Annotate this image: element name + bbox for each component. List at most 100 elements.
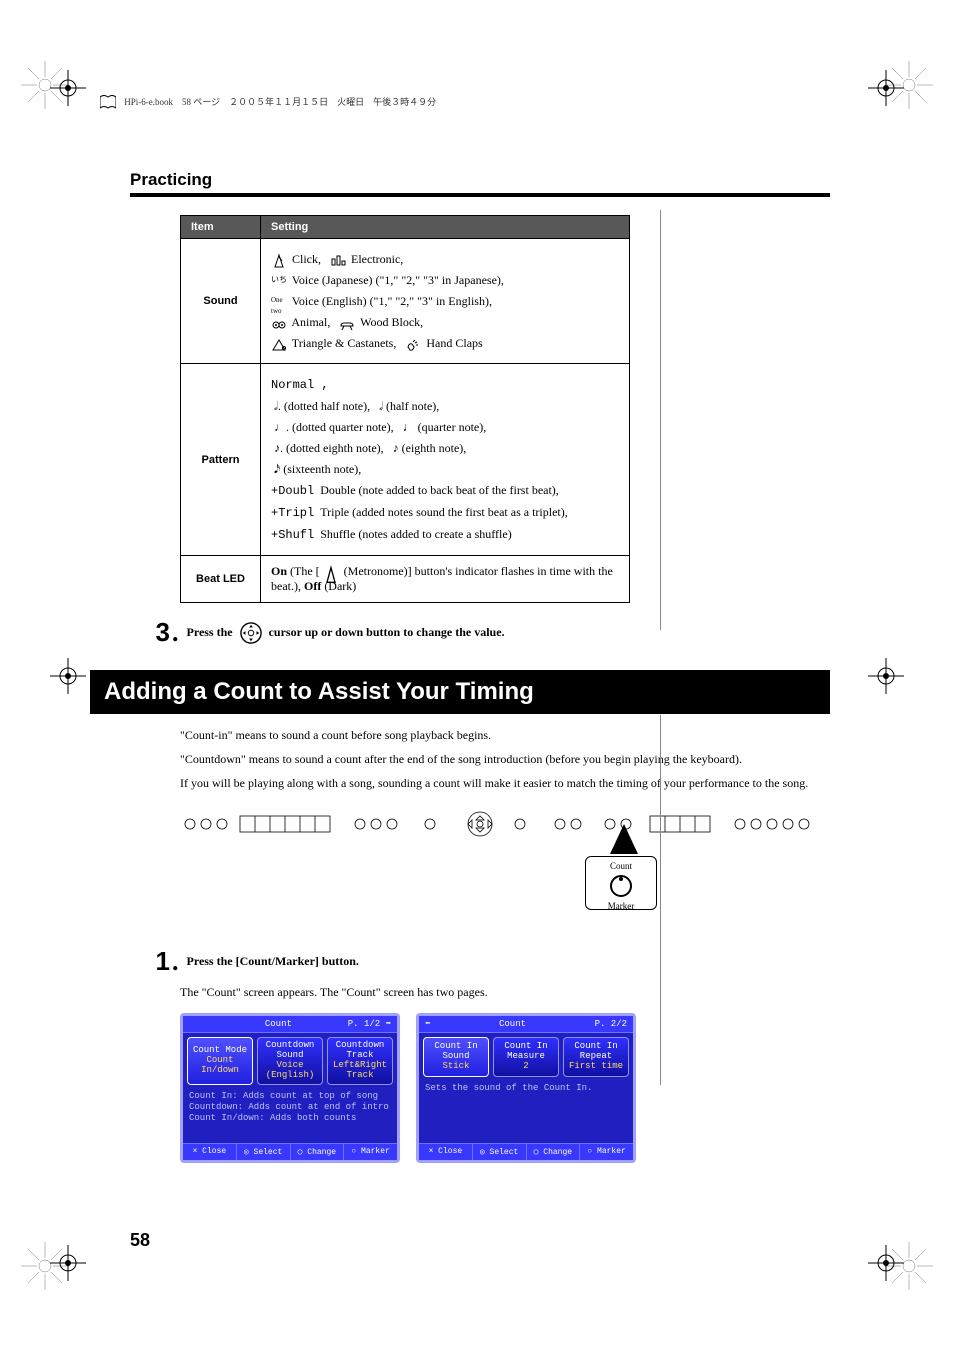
beatled-body1: (The [ xyxy=(287,564,323,578)
settings-table: Item Setting Sound Click, Electronic, いち xyxy=(180,215,630,603)
lcd-screen-1: Count P. 1/2 ➡ Count Mode Count In/down … xyxy=(180,1013,400,1163)
lcd1-tile3-label: Countdown Track xyxy=(330,1041,390,1061)
lcd2-tile-2: Count In Measure 2 xyxy=(493,1037,559,1077)
metronome-small-icon xyxy=(323,565,339,579)
pattern-quarter: (quarter note), xyxy=(418,420,487,434)
step-dot: . xyxy=(172,947,179,977)
voice-jp-icon: いち xyxy=(271,274,287,288)
beatled-dark: (Dark) xyxy=(321,579,356,593)
sound-voice-jp: Voice (Japanese) ("1," "2," "3" in Japan… xyxy=(292,273,504,287)
sound-click: Click, xyxy=(292,252,321,266)
sound-settings-cell: Click, Electronic, いち Voice (Japanese) (… xyxy=(261,239,630,364)
pattern-doubl: Double (note added to back beat of the f… xyxy=(320,483,559,497)
metronome-icon xyxy=(271,253,287,267)
beatled-off: Off xyxy=(304,579,321,593)
sound-voice-en: Voice (English) ("1," "2," "3" in Englis… xyxy=(292,294,492,308)
lcd1-cap3: Count In/down: Adds both counts xyxy=(189,1113,391,1124)
lcd2-tile2-label: Count In Measure xyxy=(496,1042,556,1062)
sixteenth-note-icon: 𝅘𝅥𝅯 xyxy=(271,462,283,476)
pattern-eighth: (eighth note), xyxy=(402,441,467,455)
pattern-half: (half note), xyxy=(386,399,439,413)
print-meta-header: HPi-6-e.book 58 ページ ２００５年１１月１５日 火曜日 午後３時… xyxy=(100,95,854,111)
voice-en-icon: Onetwo xyxy=(271,295,287,309)
dotted-half-note-icon: 𝅗𝅥. xyxy=(271,399,284,413)
quarter-note-icon: ♩ xyxy=(403,420,418,434)
lcd1-tile3-value: Left&Right Track xyxy=(330,1061,390,1081)
pattern-dquarter: (dotted quarter note), xyxy=(292,420,394,434)
crop-mark-icon xyxy=(50,658,86,694)
lcd1-tile2-label: Countdown Sound xyxy=(260,1041,320,1061)
lcd2-back: ⬅ xyxy=(425,1019,430,1029)
lcd1-tile1-value: Count In/down xyxy=(190,1056,250,1076)
lcd1-page: P. 1/2 ➡ xyxy=(348,1019,391,1029)
sound-electronic: Electronic, xyxy=(351,252,403,266)
step-dot: . xyxy=(172,618,179,648)
lcd2-foot3: ◯ Change xyxy=(527,1144,581,1160)
lcd-screen-2: ⬅ Count P. 2/2 Count In Sound Stick Coun… xyxy=(416,1013,636,1163)
step-3-text: Press the cursor up or down button to ch… xyxy=(187,622,505,644)
lcd1-cap1: Count In: Adds count at top of song xyxy=(189,1091,391,1102)
lcd1-foot4: ○ Marker xyxy=(344,1144,397,1160)
pattern-dhalf: (dotted half note), xyxy=(284,399,370,413)
intro-paragraph-3: If you will be playing along with a song… xyxy=(180,774,830,792)
panel-figure: Count Marker xyxy=(180,806,820,870)
lcd2-foot2: ◎ Select xyxy=(473,1144,527,1160)
lcd2-tile3-value: First time xyxy=(566,1062,626,1072)
cursor-pad-icon xyxy=(240,622,262,644)
section-title: Practicing xyxy=(130,170,830,190)
row-label-beatled: Beat LED xyxy=(181,556,261,603)
lcd2-cap1: Sets the sound of the Count In. xyxy=(425,1083,627,1094)
row-label-sound: Sound xyxy=(181,239,261,364)
lcd1-cap2: Countdown: Adds count at end of intro xyxy=(189,1102,391,1113)
step3-text-a: Press the xyxy=(187,625,236,639)
lcd2-tile-1: Count In Sound Stick xyxy=(423,1037,489,1077)
lcd2-tile-3: Count In Repeat First time xyxy=(563,1037,629,1077)
lcd1-foot1: × Close xyxy=(183,1144,237,1160)
lcd1-title: Count xyxy=(265,1019,292,1029)
lcd1-foot3: ◯ Change xyxy=(291,1144,345,1160)
lcd2-page: P. 2/2 xyxy=(595,1019,627,1029)
eighth-note-icon: ♪ xyxy=(393,441,402,455)
margin-rule xyxy=(660,210,661,630)
lcd1-foot2: ◎ Select xyxy=(237,1144,291,1160)
lcd2-tile1-label: Count In Sound xyxy=(426,1042,486,1062)
lcd2-foot1: × Close xyxy=(419,1144,473,1160)
margin-rule-2 xyxy=(660,715,661,1085)
intro-paragraph-2: "Countdown" means to sound a count after… xyxy=(180,750,830,768)
section-rule xyxy=(130,193,830,197)
lcd2-tile3-label: Count In Repeat xyxy=(566,1042,626,1062)
beatled-settings-cell: On (The [ (Metronome)] button's indicato… xyxy=(261,556,630,603)
lcd2-title: Count xyxy=(499,1019,526,1029)
col-header-setting: Setting xyxy=(261,216,630,239)
electronic-icon xyxy=(330,253,346,267)
crop-mark-icon xyxy=(50,70,86,106)
step-number-1: 1 xyxy=(130,946,170,977)
book-icon xyxy=(100,95,116,111)
arrow-down-icon xyxy=(610,824,638,854)
pattern-doubl-label: +Doubl xyxy=(271,484,314,498)
crop-mark-icon xyxy=(868,1245,904,1281)
panel-row-icon xyxy=(180,806,820,842)
lcd2-foot4: ○ Marker xyxy=(580,1144,633,1160)
pattern-deighth: (dotted eighth note), xyxy=(286,441,384,455)
step-number-3: 3 xyxy=(130,617,170,648)
sound-claps: Hand Claps xyxy=(426,336,482,350)
count-marker-callout: Count Marker xyxy=(585,856,657,910)
count-button-icon xyxy=(608,873,634,899)
woodblock-icon xyxy=(339,316,355,330)
pattern-normal: Normal , xyxy=(271,378,329,392)
step-1-text: Press the [Count/Marker] button. xyxy=(187,954,359,969)
lcd1-tile2-value: Voice (English) xyxy=(260,1061,320,1081)
intro-paragraph-1: "Count-in" means to sound a count before… xyxy=(180,726,830,744)
lcd1-tile-2: Countdown Sound Voice (English) xyxy=(257,1037,323,1085)
triangle-icon xyxy=(271,337,287,351)
lcd1-tile-3: Countdown Track Left&Right Track xyxy=(327,1037,393,1085)
lcd2-tile2-value: 2 xyxy=(496,1062,556,1072)
pattern-sixteenth: (sixteenth note), xyxy=(283,462,361,476)
crop-mark-icon xyxy=(868,70,904,106)
lcd2-tile1-value: Stick xyxy=(426,1062,486,1072)
step-1-subtext: The "Count" screen appears. The "Count" … xyxy=(180,983,830,1001)
row-label-pattern: Pattern xyxy=(181,364,261,556)
pattern-shufl: Shuffle (notes added to create a shuffle… xyxy=(320,527,511,541)
col-header-item: Item xyxy=(181,216,261,239)
